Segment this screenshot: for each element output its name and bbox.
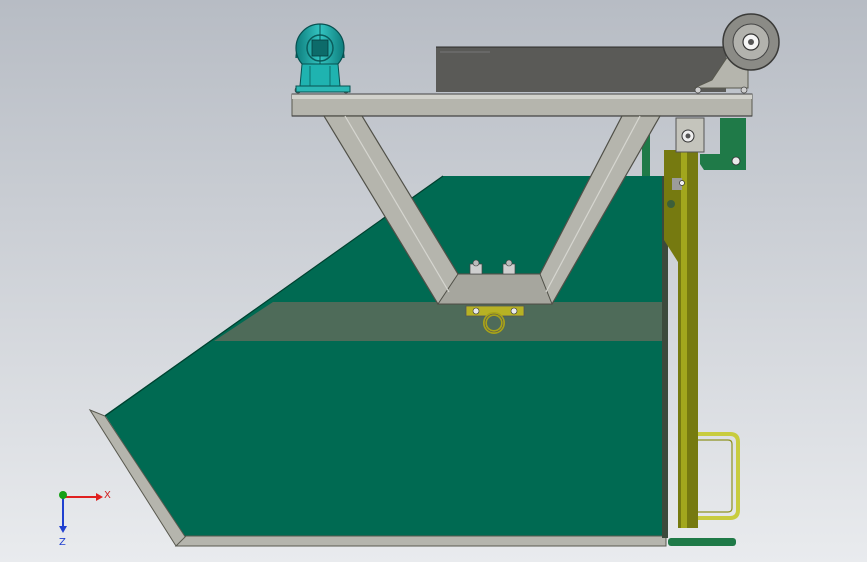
- z-axis-label: Z: [59, 537, 66, 548]
- assembly-drawing: X Z: [0, 0, 867, 562]
- top-tray: [436, 46, 726, 92]
- y-axis-dot: [59, 491, 67, 499]
- x-axis-label: X: [104, 490, 111, 501]
- cad-viewport[interactable]: X Z: [0, 0, 867, 562]
- hopper-bottom-rail: [174, 535, 667, 547]
- hopper-top-band: [214, 302, 662, 341]
- rail-pivot: [667, 200, 675, 208]
